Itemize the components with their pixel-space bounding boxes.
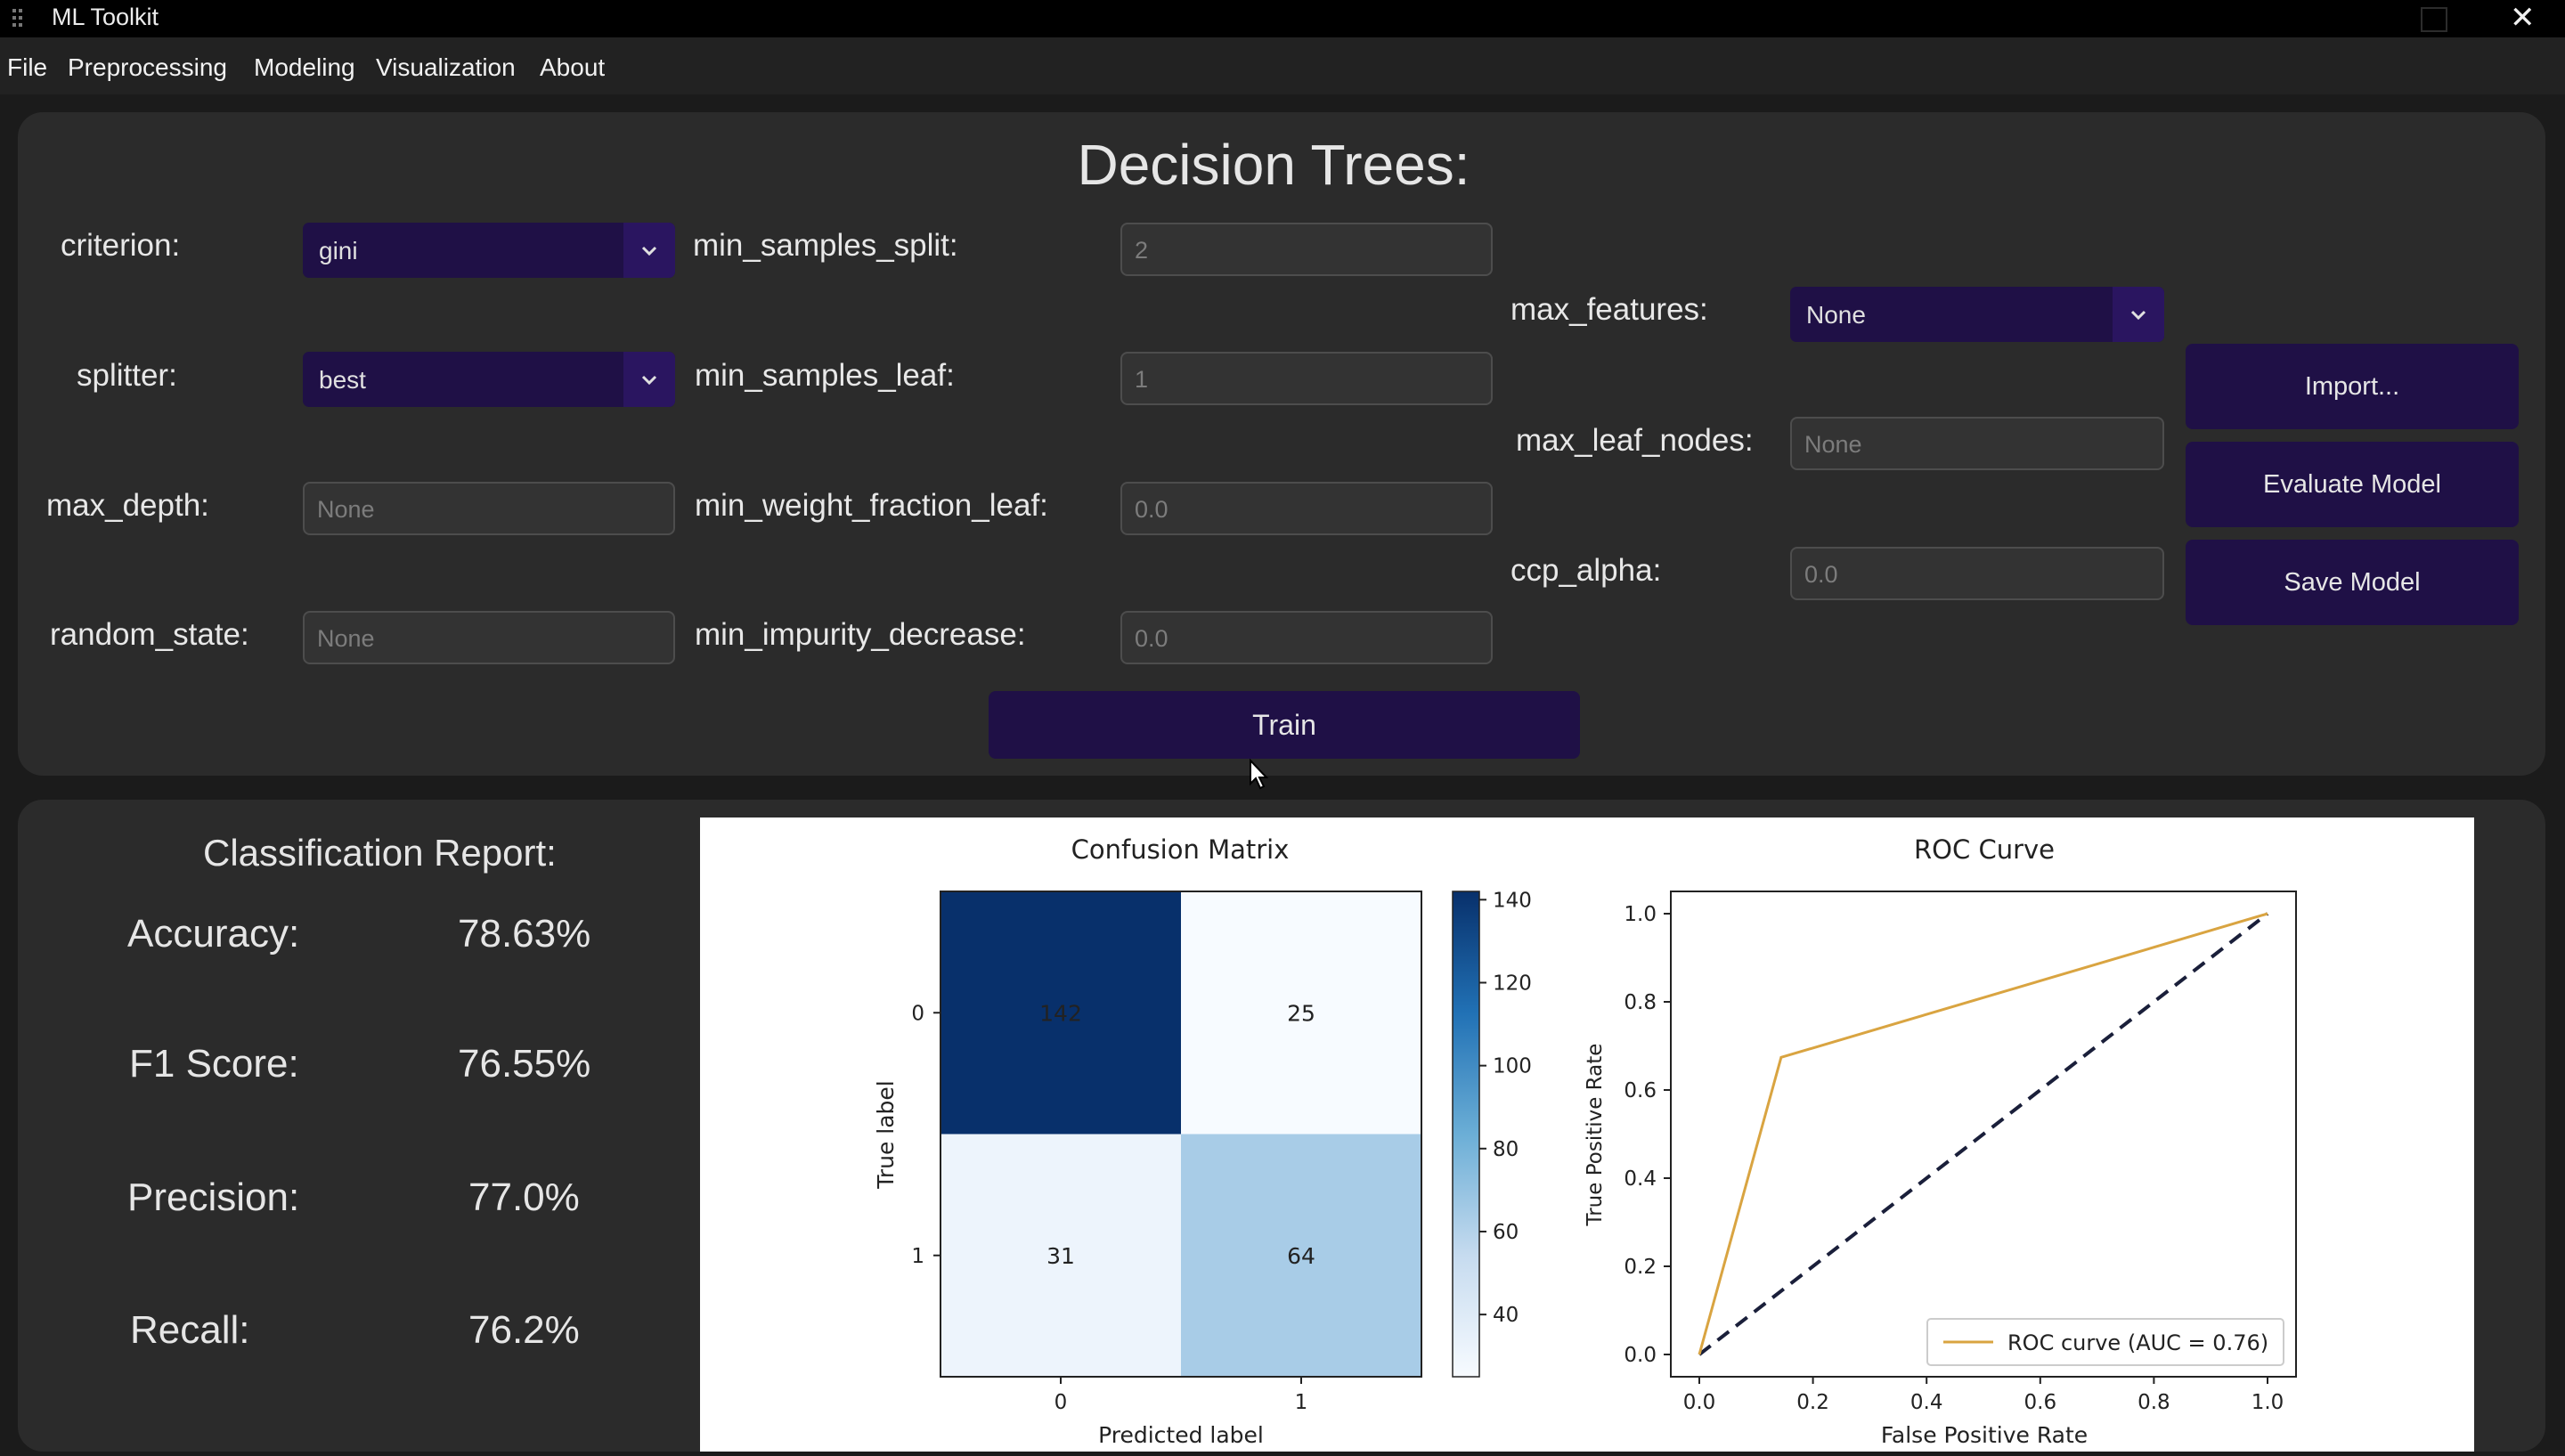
y-tick-label: 0.2 bbox=[1624, 1256, 1657, 1279]
criterion-value: gini bbox=[319, 237, 358, 264]
train-button[interactable]: Train bbox=[989, 691, 1580, 759]
confusion-matrix-value: 64 bbox=[1287, 1243, 1315, 1269]
roc-ylabel: True Positive Rate bbox=[1584, 1044, 1607, 1227]
evaluate-model-button[interactable]: Evaluate Model bbox=[2186, 442, 2519, 527]
y-tick-label: 0.4 bbox=[1624, 1167, 1657, 1191]
chevron-down-icon[interactable] bbox=[623, 352, 675, 407]
min-impurity-decrease-input[interactable]: 0.0 bbox=[1120, 611, 1493, 664]
chevron-down-icon[interactable] bbox=[623, 223, 675, 278]
confusion-matrix-ylabel: True label bbox=[873, 1080, 899, 1190]
max-features-value: None bbox=[1806, 301, 1866, 329]
x-tick-label: 0 bbox=[1054, 1391, 1068, 1414]
max-leaf-nodes-label: max_leaf_nodes: bbox=[1516, 423, 1754, 458]
splitter-label: splitter: bbox=[77, 358, 177, 393]
min-samples-leaf-value: 1 bbox=[1135, 366, 1149, 393]
precision-value: 77.0% bbox=[468, 1175, 580, 1219]
x-tick-label: 0.6 bbox=[2024, 1391, 2057, 1414]
x-tick-label: 0.8 bbox=[2138, 1391, 2170, 1414]
confusion-matrix-value: 25 bbox=[1287, 1000, 1315, 1026]
splitter-select[interactable]: best bbox=[303, 352, 675, 407]
menu-visualization[interactable]: Visualization bbox=[376, 53, 516, 82]
accuracy-value: 78.63% bbox=[458, 912, 591, 956]
ccp-alpha-label: ccp_alpha: bbox=[1510, 553, 1662, 588]
recall-label: Recall: bbox=[130, 1308, 250, 1352]
colorbar bbox=[1452, 891, 1480, 1378]
y-tick-label: 0 bbox=[911, 1002, 924, 1025]
app-icon bbox=[12, 9, 22, 27]
page-title: Decision Trees: bbox=[1077, 133, 1470, 197]
import-button[interactable]: Import... bbox=[2186, 344, 2519, 429]
maximize-icon[interactable] bbox=[2421, 7, 2447, 32]
y-tick-label: 0.0 bbox=[1624, 1344, 1657, 1367]
title-bar bbox=[0, 0, 2565, 37]
splitter-value: best bbox=[319, 366, 366, 394]
roc-xlabel: False Positive Rate bbox=[1881, 1422, 2088, 1448]
report-title: Classification Report: bbox=[203, 832, 557, 874]
roc-title: ROC Curve bbox=[1914, 834, 2055, 865]
max-depth-label: max_depth: bbox=[46, 488, 209, 523]
confusion-matrix-value: 31 bbox=[1046, 1243, 1075, 1269]
ccp-alpha-value: 0.0 bbox=[1804, 561, 1838, 588]
ccp-alpha-input[interactable]: 0.0 bbox=[1790, 547, 2164, 600]
max-leaf-nodes-value: None bbox=[1804, 431, 1862, 458]
min-samples-split-value: 2 bbox=[1135, 237, 1149, 264]
menu-file[interactable]: File bbox=[7, 53, 47, 82]
colorbar-tick-label: 60 bbox=[1493, 1221, 1519, 1244]
window-title: ML Toolkit bbox=[52, 4, 159, 30]
criterion-label: criterion: bbox=[61, 228, 181, 263]
confusion-matrix-value: 142 bbox=[1039, 1000, 1082, 1026]
min-weight-fraction-leaf-value: 0.0 bbox=[1135, 496, 1168, 523]
max-depth-input[interactable]: None bbox=[303, 482, 675, 535]
precision-label: Precision: bbox=[127, 1175, 300, 1219]
criterion-select[interactable]: gini bbox=[303, 223, 675, 278]
min-impurity-decrease-value: 0.0 bbox=[1135, 625, 1168, 652]
x-tick-label: 1 bbox=[1295, 1391, 1308, 1414]
min-samples-leaf-label: min_samples_leaf: bbox=[695, 358, 955, 393]
mouse-cursor-icon bbox=[1250, 759, 1269, 790]
menu-modeling[interactable]: Modeling bbox=[254, 53, 355, 82]
x-tick-label: 0.2 bbox=[1796, 1391, 1829, 1414]
max-features-label: max_features: bbox=[1510, 292, 1708, 327]
y-tick-label: 1 bbox=[911, 1245, 924, 1268]
max-leaf-nodes-input[interactable]: None bbox=[1790, 417, 2164, 470]
x-tick-label: 0.0 bbox=[1683, 1391, 1716, 1414]
charts-canvas: Confusion Matrix 142 25 31 64 0 1 0 1 Predict… bbox=[700, 817, 2474, 1452]
colorbar-tick-label: 100 bbox=[1493, 1055, 1532, 1078]
min-samples-leaf-input[interactable]: 1 bbox=[1120, 352, 1493, 405]
max-features-select[interactable]: None bbox=[1790, 287, 2164, 342]
menu-bar: File Preprocessing Modeling Visualizatio… bbox=[0, 37, 2565, 94]
max-depth-value: None bbox=[317, 496, 375, 523]
menu-about[interactable]: About bbox=[540, 53, 605, 82]
random-state-input[interactable]: None bbox=[303, 611, 675, 664]
confusion-matrix-title: Confusion Matrix bbox=[1071, 834, 1290, 865]
colorbar-tick-label: 80 bbox=[1493, 1138, 1519, 1161]
parameters-panel bbox=[18, 112, 2545, 776]
x-tick-label: 1.0 bbox=[2252, 1391, 2284, 1414]
random-state-label: random_state: bbox=[50, 617, 249, 652]
roc-legend-label: ROC curve (AUC = 0.76) bbox=[2007, 1330, 2268, 1355]
close-icon[interactable]: ✕ bbox=[2510, 0, 2536, 36]
min-weight-fraction-leaf-label: min_weight_fraction_leaf: bbox=[695, 488, 1048, 523]
min-samples-split-input[interactable]: 2 bbox=[1120, 223, 1493, 276]
y-tick-label: 0.6 bbox=[1624, 1079, 1657, 1102]
colorbar-tick-label: 40 bbox=[1493, 1304, 1519, 1327]
min-samples-split-label: min_samples_split: bbox=[693, 228, 958, 263]
chevron-down-icon[interactable] bbox=[2113, 287, 2164, 342]
colorbar-tick-label: 140 bbox=[1493, 889, 1532, 912]
save-model-button[interactable]: Save Model bbox=[2186, 540, 2519, 625]
random-state-value: None bbox=[317, 625, 375, 652]
confusion-matrix-xlabel: Predicted label bbox=[1098, 1422, 1264, 1448]
f1-score-label: F1 Score: bbox=[129, 1042, 299, 1086]
min-weight-fraction-leaf-input[interactable]: 0.0 bbox=[1120, 482, 1493, 535]
colorbar-tick-label: 120 bbox=[1493, 972, 1532, 995]
y-tick-label: 0.8 bbox=[1624, 991, 1657, 1014]
accuracy-label: Accuracy: bbox=[127, 912, 300, 956]
min-impurity-decrease-label: min_impurity_decrease: bbox=[695, 617, 1026, 652]
x-tick-label: 0.4 bbox=[1910, 1391, 1943, 1414]
menu-preprocessing[interactable]: Preprocessing bbox=[68, 53, 227, 82]
y-tick-label: 1.0 bbox=[1624, 903, 1657, 926]
f1-score-value: 76.55% bbox=[458, 1042, 591, 1086]
charts-svg: Confusion Matrix 142 25 31 64 0 1 0 1 Predict… bbox=[873, 834, 2297, 1448]
recall-value: 76.2% bbox=[468, 1308, 580, 1352]
